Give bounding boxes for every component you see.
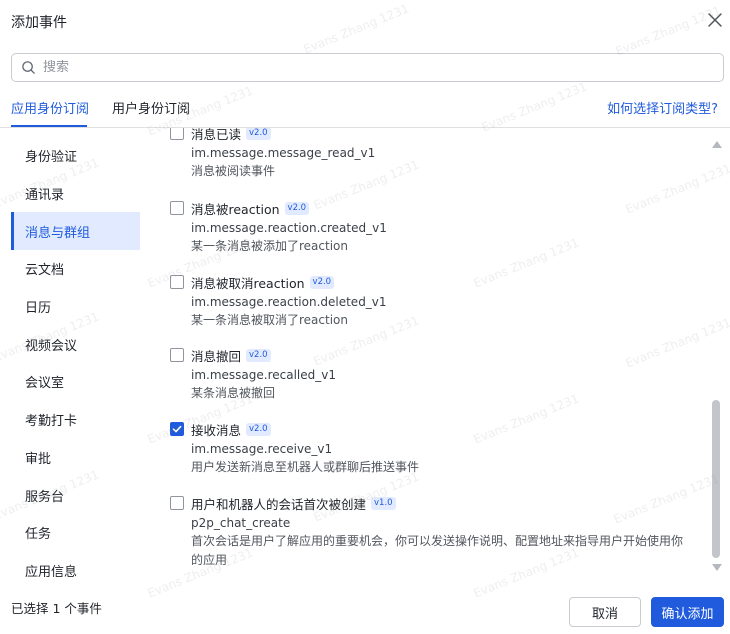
event-description: 某一条消息被添加了reaction xyxy=(191,239,348,253)
version-badge: v2.0 xyxy=(246,128,271,140)
sidebar-item-meeting-room[interactable]: 会议室 xyxy=(11,363,140,401)
event-name: 用户和机器人的会话首次被创建 xyxy=(191,496,367,512)
event-name: 消息已读 xyxy=(191,128,242,142)
event-description: 消息被阅读事件 xyxy=(191,164,276,178)
sidebar-item-helpdesk[interactable]: 服务台 xyxy=(11,476,140,514)
watermark: Evans Zhang 1231 xyxy=(301,1,411,57)
event-checkbox[interactable] xyxy=(170,201,184,215)
event-key: im.message.receive_v1 xyxy=(191,442,333,456)
version-badge: v2.0 xyxy=(284,201,310,215)
subscription-type-help-link[interactable]: 如何选择订阅类型? xyxy=(607,98,718,117)
event-key: im.message.message_read_v1 xyxy=(191,146,376,160)
event-item: 消息撤回 v2.0 im.message.recalled_v1 某条消息被撤回 xyxy=(170,346,710,403)
sidebar-item-approval[interactable]: 审批 xyxy=(11,439,140,477)
event-description: 的应用 xyxy=(191,553,228,567)
sidebar-item-docs[interactable]: 云文档 xyxy=(11,250,140,288)
dialog-title: 添加事件 xyxy=(11,15,67,31)
event-key: im.message.reaction.created_v1 xyxy=(191,221,387,235)
selected-count: 已选择 1 个事件 xyxy=(11,601,102,616)
sidebar-item-calendar[interactable]: 日历 xyxy=(11,288,140,326)
search-box[interactable] xyxy=(11,53,724,82)
event-checkbox[interactable] xyxy=(170,128,184,140)
event-item: 消息被reaction v2.0 im.message.reaction.cre… xyxy=(170,199,710,256)
event-checkbox-checked[interactable] xyxy=(170,422,184,436)
sidebar-item-contacts[interactable]: 通讯录 xyxy=(11,175,140,213)
version-badge: v1.0 xyxy=(371,496,396,510)
sidebar-item-tasks[interactable]: 任务 xyxy=(11,514,140,552)
event-description: 某条消息被撤回 xyxy=(191,386,276,400)
event-item: 消息被取消reaction v2.0 im.message.reaction.d… xyxy=(170,273,710,330)
event-description: 某一条消息被取消了reaction xyxy=(191,313,348,327)
scroll-down-arrow-icon[interactable] xyxy=(712,564,722,571)
event-key: im.message.recalled_v1 xyxy=(191,368,336,382)
event-key: im.message.reaction.deleted_v1 xyxy=(191,295,387,309)
scrollbar-thumb[interactable] xyxy=(712,400,720,558)
category-sidebar: 身份验证 通讯录 消息与群组 云文档 日历 视频会议 会议室 考勤打卡 审批 服… xyxy=(11,137,140,577)
sidebar-item-app-info[interactable]: 应用信息 xyxy=(11,552,140,577)
cancel-button[interactable]: 取消 xyxy=(569,597,641,627)
tab-app-identity[interactable]: 应用身份订阅 xyxy=(11,98,89,117)
event-checkbox[interactable] xyxy=(170,496,184,510)
close-icon[interactable] xyxy=(705,10,725,30)
scroll-up-arrow-icon[interactable] xyxy=(712,141,722,148)
subscription-tabs: 应用身份订阅 用户身份订阅 如何选择订阅类型? xyxy=(0,92,730,128)
event-list-scrollbar[interactable] xyxy=(710,137,722,577)
event-name: 消息被reaction xyxy=(191,201,280,217)
event-name: 接收消息 xyxy=(191,422,242,438)
search-input[interactable] xyxy=(43,60,693,75)
active-tab-indicator xyxy=(11,125,87,127)
event-checkbox[interactable] xyxy=(170,348,184,362)
version-badge: v2.0 xyxy=(246,422,271,436)
version-badge: v2.0 xyxy=(309,275,335,289)
event-name: 消息被取消reaction xyxy=(191,275,305,291)
add-event-dialog: 添加事件 应用身份订阅 用户身份订阅 如何选择订阅类型? 身份验证 通讯录 消息… xyxy=(0,0,730,634)
event-list: 消息已读 v2.0 im.message.message_read_v1 消息被… xyxy=(160,128,710,577)
search-icon xyxy=(22,61,35,74)
event-item: 消息已读 v2.0 im.message.message_read_v1 消息被… xyxy=(170,128,710,181)
tab-user-identity[interactable]: 用户身份订阅 xyxy=(112,98,190,117)
sidebar-item-auth[interactable]: 身份验证 xyxy=(11,137,140,175)
event-item: 用户和机器人的会话首次被创建 v1.0 p2p_chat_create 首次会话… xyxy=(170,494,710,570)
event-item: 接收消息 v2.0 im.message.receive_v1 用户发送新消息至… xyxy=(170,420,710,477)
event-name: 消息撤回 xyxy=(191,348,242,364)
sidebar-item-messages[interactable]: 消息与群组 xyxy=(11,212,140,251)
event-description: 用户发送新消息至机器人或群聊后推送事件 xyxy=(191,460,420,474)
sidebar-item-video-meeting[interactable]: 视频会议 xyxy=(11,325,140,363)
event-checkbox[interactable] xyxy=(170,275,184,289)
sidebar-item-attendance[interactable]: 考勤打卡 xyxy=(11,401,140,439)
checkmark-icon xyxy=(172,425,182,433)
version-badge: v2.0 xyxy=(246,348,271,362)
event-key: p2p_chat_create xyxy=(191,516,291,530)
event-description: 首次会话是用户了解应用的重要机会，你可以发送操作说明、配置地址来指导用户开始使用… xyxy=(191,534,684,548)
confirm-add-button[interactable]: 确认添加 xyxy=(651,597,724,627)
